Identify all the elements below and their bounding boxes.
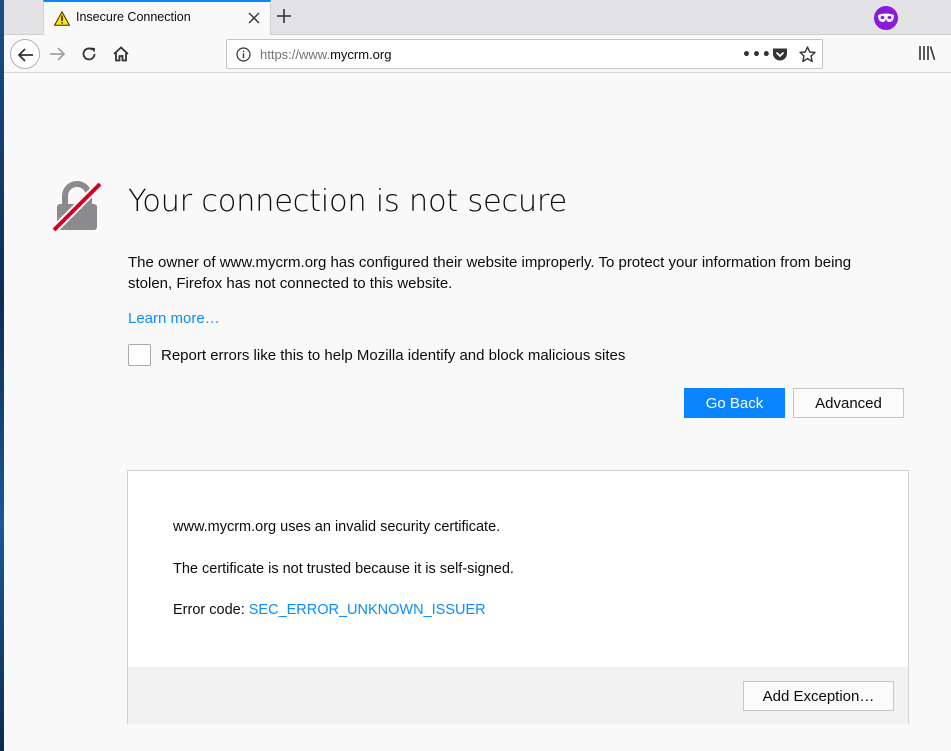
report-errors-checkbox[interactable] — [128, 344, 151, 366]
tab-strip: Insecure Connection — [4, 0, 951, 35]
new-tab-icon[interactable] — [276, 8, 292, 24]
navigation-toolbar: https://www.mycrm.org ••• — [4, 35, 951, 73]
info-icon[interactable] — [236, 47, 251, 62]
cert-reason-text: The certificate is not trusted because i… — [173, 561, 514, 577]
advanced-panel-footer: Add Exception… — [128, 667, 908, 724]
cert-invalid-text: www.mycrm.org uses an invalid security c… — [173, 519, 501, 535]
error-code-link[interactable]: SEC_ERROR_UNKNOWN_ISSUER — [249, 602, 486, 618]
error-code-label: Error code: — [173, 602, 249, 618]
broken-lock-icon — [52, 181, 102, 232]
add-exception-button[interactable]: Add Exception… — [743, 681, 894, 711]
reload-icon[interactable] — [80, 45, 98, 63]
bookmark-star-icon[interactable] — [799, 46, 816, 63]
url-prefix: https://www. — [260, 47, 331, 62]
go-back-button[interactable]: Go Back — [684, 388, 785, 418]
back-icon — [17, 48, 33, 62]
close-tab-icon[interactable] — [248, 12, 260, 24]
pocket-icon[interactable] — [772, 47, 788, 62]
advanced-button[interactable]: Advanced — [793, 388, 904, 418]
tab-title: Insecure Connection — [76, 10, 191, 24]
report-errors-label[interactable]: Report errors like this to help Mozilla … — [161, 347, 625, 364]
library-icon[interactable] — [918, 45, 936, 61]
url-bar[interactable]: https://www.mycrm.org ••• — [226, 39, 823, 69]
error-description: The owner of www.mycrm.org has configure… — [128, 254, 852, 292]
page-title: Your connection is not secure — [128, 184, 567, 219]
error-code-line: Error code: SEC_ERROR_UNKNOWN_ISSUER — [173, 602, 486, 618]
learn-more-link[interactable]: Learn more… — [128, 310, 220, 327]
forward-icon[interactable] — [48, 45, 66, 63]
tab-insecure-connection[interactable]: Insecure Connection — [43, 0, 271, 35]
warning-triangle-icon — [54, 11, 70, 26]
url-host: mycrm.org — [330, 47, 392, 62]
back-button[interactable] — [10, 39, 40, 69]
error-page: Your connection is not secure The owner … — [4, 74, 951, 751]
advanced-panel: www.mycrm.org uses an invalid security c… — [127, 470, 909, 724]
browser-window: Insecure Connection https://www.mycrm.or… — [4, 0, 951, 751]
home-icon[interactable] — [112, 45, 130, 63]
page-actions-menu-icon[interactable]: ••• — [742, 47, 772, 63]
url-text[interactable]: https://www.mycrm.org — [260, 47, 391, 62]
private-browsing-icon — [874, 6, 898, 30]
